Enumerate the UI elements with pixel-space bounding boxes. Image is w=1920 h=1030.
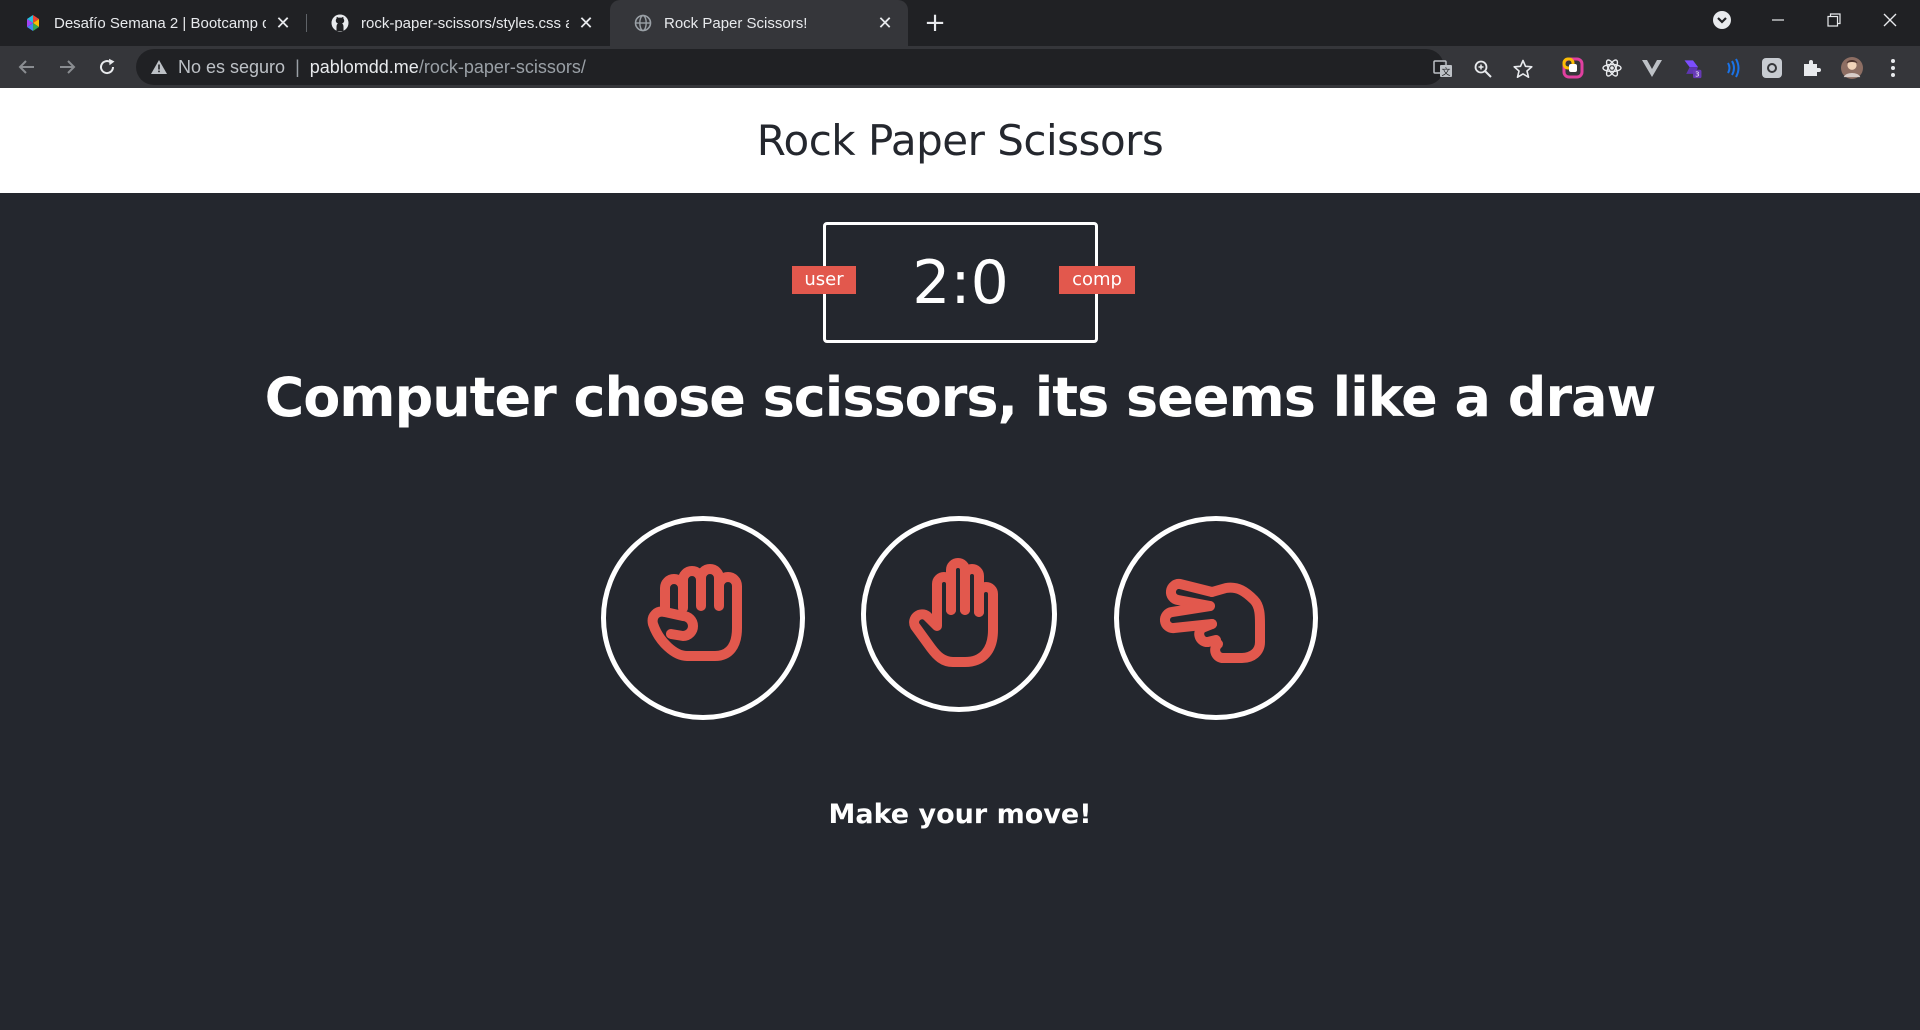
warning-icon <box>151 60 167 74</box>
browser-toolbar: No es seguro | pablomdd.me/rock-paper-sc… <box>0 46 1920 88</box>
move-prompt: Make your move! <box>828 799 1092 830</box>
reload-icon <box>100 58 115 75</box>
bookmark-button[interactable] <box>1512 58 1534 80</box>
page-header: Rock Paper Scissors <box>0 88 1920 193</box>
tab-search-button[interactable] <box>1694 0 1750 40</box>
vue-icon <box>1642 60 1662 77</box>
minimize-button[interactable] <box>1750 0 1806 40</box>
color-ring-icon <box>1562 57 1584 79</box>
tab-close-icon[interactable]: ✕ <box>876 14 894 32</box>
purple-shape-icon: 3 <box>1684 60 1702 78</box>
arrow-right-icon <box>60 60 76 74</box>
rock-button[interactable] <box>601 516 805 720</box>
extension-camera[interactable] <box>1761 57 1783 79</box>
puzzle-icon <box>1804 60 1821 76</box>
browser-menu-button[interactable] <box>1882 57 1904 79</box>
translate-icon: 文 <box>1433 60 1452 78</box>
extension-badge-count: 3 <box>1695 70 1699 78</box>
back-button[interactable] <box>11 51 43 83</box>
tab-bootcamp[interactable]: Desafío Semana 2 | Bootcamp de ✕ <box>0 0 306 46</box>
tab-close-icon[interactable]: ✕ <box>577 14 595 32</box>
tab-strip: Desafío Semana 2 | Bootcamp de ✕ rock-pa… <box>0 0 1920 46</box>
kebab-menu-icon <box>1891 59 1895 77</box>
zoom-button[interactable] <box>1472 58 1494 80</box>
reload-button[interactable] <box>91 51 123 83</box>
tab-title: Desafío Semana 2 | Bootcamp de <box>54 14 266 32</box>
globe-icon <box>634 14 652 32</box>
result-message: Computer chose scissors, its seems like … <box>264 366 1657 429</box>
new-tab-button[interactable]: + <box>920 8 950 38</box>
open-hand-icon <box>909 558 998 667</box>
comp-badge: comp <box>1059 266 1135 294</box>
tab-github[interactable]: rock-paper-scissors/styles.css at ✕ <box>307 0 609 46</box>
minimize-icon <box>1772 19 1784 21</box>
arrow-left-icon <box>18 60 34 74</box>
profile-avatar[interactable] <box>1841 57 1863 79</box>
forward-button[interactable] <box>51 51 83 83</box>
extension-react[interactable] <box>1601 57 1623 79</box>
scoreboard: 2:0 <box>823 222 1098 343</box>
score-value: 2:0 <box>912 247 1009 318</box>
avatar <box>1841 57 1863 79</box>
zoom-icon <box>1474 60 1492 78</box>
extension-wave[interactable] <box>1721 57 1743 79</box>
close-icon <box>1883 13 1897 27</box>
user-badge: user <box>792 266 856 294</box>
star-icon <box>1513 59 1533 79</box>
extension-purple[interactable]: 3 <box>1682 57 1704 79</box>
react-atom-icon <box>1602 59 1622 77</box>
scissors-hand-icon <box>1159 578 1265 663</box>
address-bar[interactable]: No es seguro | pablomdd.me/rock-paper-sc… <box>136 49 1533 85</box>
scissors-button[interactable] <box>1114 516 1318 720</box>
page-title: Rock Paper Scissors <box>756 116 1164 165</box>
colorful-logo-icon <box>27 15 39 31</box>
tab-title: rock-paper-scissors/styles.css at <box>361 14 569 32</box>
translate-button[interactable]: 文 <box>1432 58 1454 80</box>
camera-square-icon <box>1762 58 1782 78</box>
chevron-down-circle-icon <box>1713 11 1731 29</box>
fist-icon <box>647 564 742 661</box>
svg-text:文: 文 <box>1441 66 1450 78</box>
restore-icon <box>1827 13 1841 27</box>
extension-vue[interactable] <box>1641 57 1663 79</box>
tab-title: Rock Paper Scissors! <box>664 14 808 32</box>
signal-wave-icon <box>1727 58 1740 78</box>
address-divider: | <box>295 56 300 77</box>
tab-rock-paper-scissors[interactable]: Rock Paper Scissors! ✕ <box>610 0 908 46</box>
restore-button[interactable] <box>1806 0 1862 40</box>
extension-colorful-ring[interactable] <box>1562 57 1584 79</box>
github-icon <box>331 14 349 32</box>
extensions-menu-button[interactable] <box>1801 57 1823 79</box>
close-window-button[interactable] <box>1862 0 1918 40</box>
url-path: /rock-paper-scissors/ <box>418 56 586 77</box>
tab-close-icon[interactable]: ✕ <box>274 14 292 32</box>
paper-button[interactable] <box>861 516 1057 712</box>
security-status[interactable]: No es seguro <box>178 57 285 78</box>
url-host: pablomdd.me <box>309 56 419 77</box>
